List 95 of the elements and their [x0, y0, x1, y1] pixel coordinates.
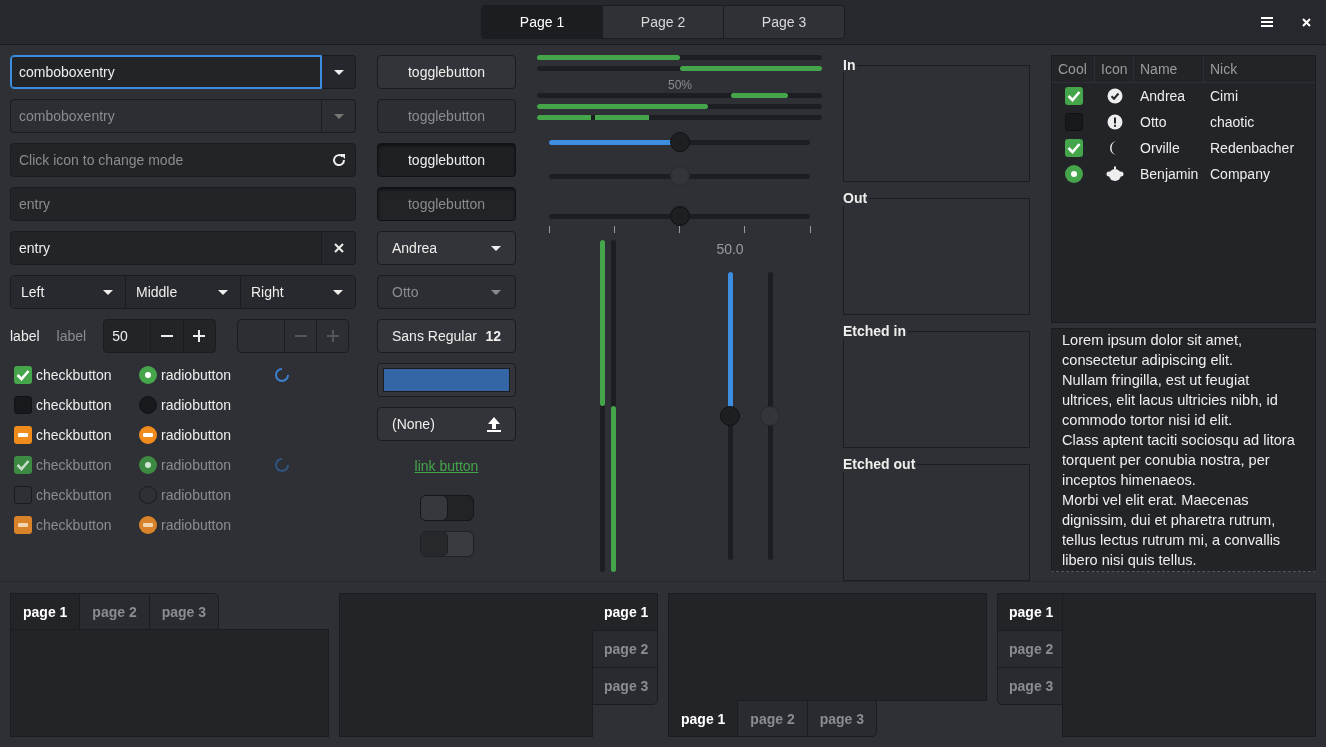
- radio-button[interactable]: [139, 426, 157, 444]
- minus-icon: [294, 335, 307, 337]
- tab[interactable]: page 1: [592, 593, 658, 631]
- toggle-button[interactable]: togglebutton: [377, 143, 516, 177]
- file-button[interactable]: (None): [377, 407, 516, 441]
- plus-icon: [193, 330, 206, 342]
- link[interactable]: link button: [414, 458, 479, 474]
- exclamation-circle-icon: [1106, 114, 1123, 130]
- text-field[interactable]: Click icon to change mode: [10, 143, 356, 177]
- checkbox[interactable]: [14, 396, 32, 414]
- checkbox[interactable]: [1064, 87, 1083, 105]
- upload-icon: [487, 416, 501, 432]
- tab[interactable]: page 2: [737, 700, 808, 737]
- table-cell-text: Redenbacher: [1209, 140, 1296, 156]
- combo-entry-field[interactable]: comboboxentry: [10, 55, 322, 89]
- dropdown-button[interactable]: Andrea: [377, 231, 516, 265]
- radio-button[interactable]: [1064, 165, 1083, 183]
- radio-label[interactable]: radiobutton: [161, 367, 232, 383]
- table-cell-text: Benjamin: [1139, 166, 1200, 182]
- dropdown-button[interactable]: Middle: [125, 276, 240, 308]
- checkbox-label[interactable]: checkbutton: [36, 427, 112, 443]
- tab[interactable]: page 3: [997, 667, 1063, 705]
- tab[interactable]: page 3: [806, 700, 878, 737]
- checkbox[interactable]: [14, 366, 32, 384]
- table-cell-text: Company: [1209, 166, 1271, 182]
- tab[interactable]: page 3: [148, 593, 220, 630]
- tab[interactable]: Page 1: [482, 6, 602, 38]
- toggle-button[interactable]: togglebutton: [377, 55, 516, 89]
- checkbox-label[interactable]: checkbutton: [36, 397, 112, 413]
- menu-icon[interactable]: [1261, 17, 1273, 27]
- tab[interactable]: page 2: [997, 630, 1063, 668]
- radio-label[interactable]: radiobutton: [161, 427, 232, 443]
- column-header[interactable]: Name: [1134, 56, 1204, 82]
- column-header[interactable]: Icon: [1095, 56, 1134, 82]
- color-button[interactable]: [377, 363, 516, 397]
- caret-icon: [103, 289, 113, 295]
- slider-thumb[interactable]: [719, 406, 740, 426]
- caret-icon: [333, 113, 344, 119]
- tab[interactable]: page 3: [592, 667, 658, 705]
- frame-label: In: [843, 57, 858, 73]
- minus-icon: [160, 335, 173, 337]
- frame-label: Etched in: [843, 323, 908, 339]
- caret-icon: [333, 289, 343, 295]
- progress-text: 50%: [668, 78, 692, 92]
- checkbox[interactable]: [14, 426, 32, 444]
- head-icon: [1105, 166, 1124, 182]
- slider-value: 50.0: [716, 240, 744, 259]
- text-field[interactable]: entry: [10, 187, 356, 221]
- text-paragraph: Nullam fringilla, est ut feugiat ultrices, elit lacus ultricies nibh, id commodo tortor nisi id elit.: [1062, 371, 1279, 430]
- text-paragraph: Morbi vel elit erat. Maecenas dignissim, dui et pharetra rutrum, tellus lectus rutrum mi, a convallis libero nisi quis tellus.: [1062, 491, 1282, 570]
- radio-button[interactable]: [139, 366, 157, 384]
- table-cell-text: Otto: [1139, 114, 1168, 130]
- tab[interactable]: page 2: [79, 593, 150, 630]
- dropdown-button[interactable]: [322, 99, 356, 133]
- dropdown-button[interactable]: [322, 55, 356, 89]
- caret-icon: [218, 289, 228, 295]
- tab[interactable]: Page 2: [602, 6, 723, 38]
- text-paragraph: Lorem ipsum dolor sit amet, consectetur adipiscing elit.: [1062, 331, 1244, 370]
- column-header[interactable]: Nick: [1204, 56, 1315, 82]
- frame-label: Out: [843, 190, 870, 206]
- column-header[interactable]: Cool: [1052, 56, 1095, 82]
- table-cell-text: Orville: [1139, 140, 1181, 156]
- caret-icon: [333, 69, 344, 75]
- text-paragraph: Class aptent taciti sociosqu ad litora torquent per conubia nostra, per inceptos himenaeos.: [1062, 431, 1295, 490]
- refresh-icon: [331, 152, 347, 168]
- checkbox-label[interactable]: checkbutton: [36, 367, 112, 383]
- radio-label[interactable]: radiobutton: [161, 397, 232, 413]
- tab[interactable]: page 1: [10, 593, 81, 630]
- dropdown-button[interactable]: Left: [11, 276, 125, 308]
- clear-button[interactable]: [322, 231, 356, 265]
- dropdown-button[interactable]: Right: [240, 276, 355, 308]
- clear-icon: [333, 243, 344, 253]
- tab[interactable]: page 2: [592, 630, 658, 668]
- caret-icon: [491, 289, 501, 295]
- caret-icon: [491, 245, 501, 251]
- frame-label: Etched out: [843, 456, 918, 472]
- check-circle-icon: [1106, 88, 1123, 104]
- font-button[interactable]: Sans Regular 12: [377, 319, 516, 353]
- text-field[interactable]: entry: [10, 231, 322, 265]
- tab[interactable]: page 1: [668, 700, 739, 737]
- slider-thumb[interactable]: [669, 205, 690, 226]
- tab[interactable]: Page 3: [723, 6, 844, 38]
- tab[interactable]: page 1: [997, 593, 1063, 631]
- table-cell-text: Andrea: [1139, 88, 1187, 104]
- switch[interactable]: [419, 495, 474, 521]
- checkbox[interactable]: [1064, 139, 1083, 157]
- close-icon[interactable]: [1302, 17, 1311, 27]
- table-cell-text: Cimi: [1209, 88, 1239, 104]
- table-cell-text: chaotic: [1209, 114, 1256, 130]
- label: label: [10, 328, 40, 344]
- label: label: [56, 328, 87, 344]
- radio-button[interactable]: [139, 396, 157, 414]
- slider-thumb[interactable]: [669, 131, 690, 152]
- plus-icon: [326, 330, 339, 342]
- spin-button[interactable]: 50: [103, 319, 217, 353]
